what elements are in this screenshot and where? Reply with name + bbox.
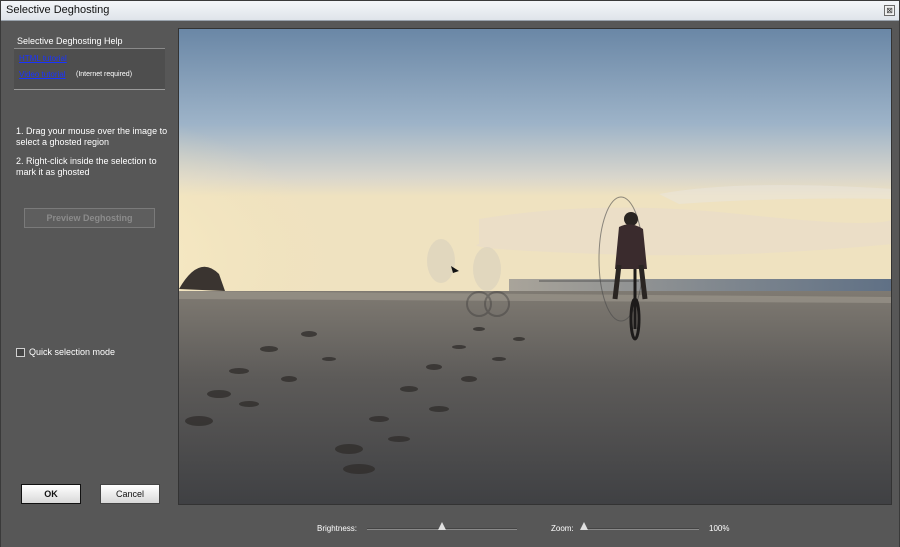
cancel-button[interactable]: Cancel xyxy=(100,484,160,504)
zoom-slider[interactable] xyxy=(581,528,699,530)
video-tutorial-link[interactable]: Video tutorial xyxy=(19,70,66,79)
window-title: Selective Deghosting xyxy=(6,4,110,16)
beach-photo xyxy=(179,29,891,504)
instruction-step-2: 2. Right-click inside the selection to m… xyxy=(16,156,157,177)
instruction-step-1: 1. Drag your mouse over the image to sel… xyxy=(16,126,168,147)
selective-deghosting-dialog: Selective Deghosting ⊠ Selective Deghost… xyxy=(0,0,900,547)
close-icon[interactable]: ⊠ xyxy=(884,5,895,16)
brightness-label: Brightness: xyxy=(317,524,358,533)
image-canvas[interactable] xyxy=(178,28,892,505)
zoom-slider-thumb[interactable] xyxy=(580,522,588,530)
html-tutorial-link[interactable]: HTML tutorial xyxy=(19,54,67,63)
quick-selection-label: Quick selection mode xyxy=(29,347,116,357)
sidebar: Selective Deghosting Help HTML tutorial … xyxy=(1,22,177,509)
internet-required-note: (Internet required) xyxy=(76,71,133,78)
help-links: HTML tutorial Video tutorial (Internet r… xyxy=(14,48,165,90)
help-box: Selective Deghosting Help HTML tutorial … xyxy=(14,35,165,90)
zoom-value: 100% xyxy=(709,524,730,533)
title-bar: Selective Deghosting ⊠ xyxy=(1,1,899,21)
preview-deghosting-button[interactable]: Preview Deghosting xyxy=(24,208,155,228)
quick-selection-checkbox[interactable] xyxy=(16,348,25,357)
help-title: Selective Deghosting Help xyxy=(17,36,123,46)
bottom-controls: Brightness: Zoom: 100% xyxy=(1,509,899,547)
zoom-label: Zoom: xyxy=(551,524,574,533)
ok-button[interactable]: OK xyxy=(21,484,81,504)
brightness-slider-thumb[interactable] xyxy=(438,522,446,530)
